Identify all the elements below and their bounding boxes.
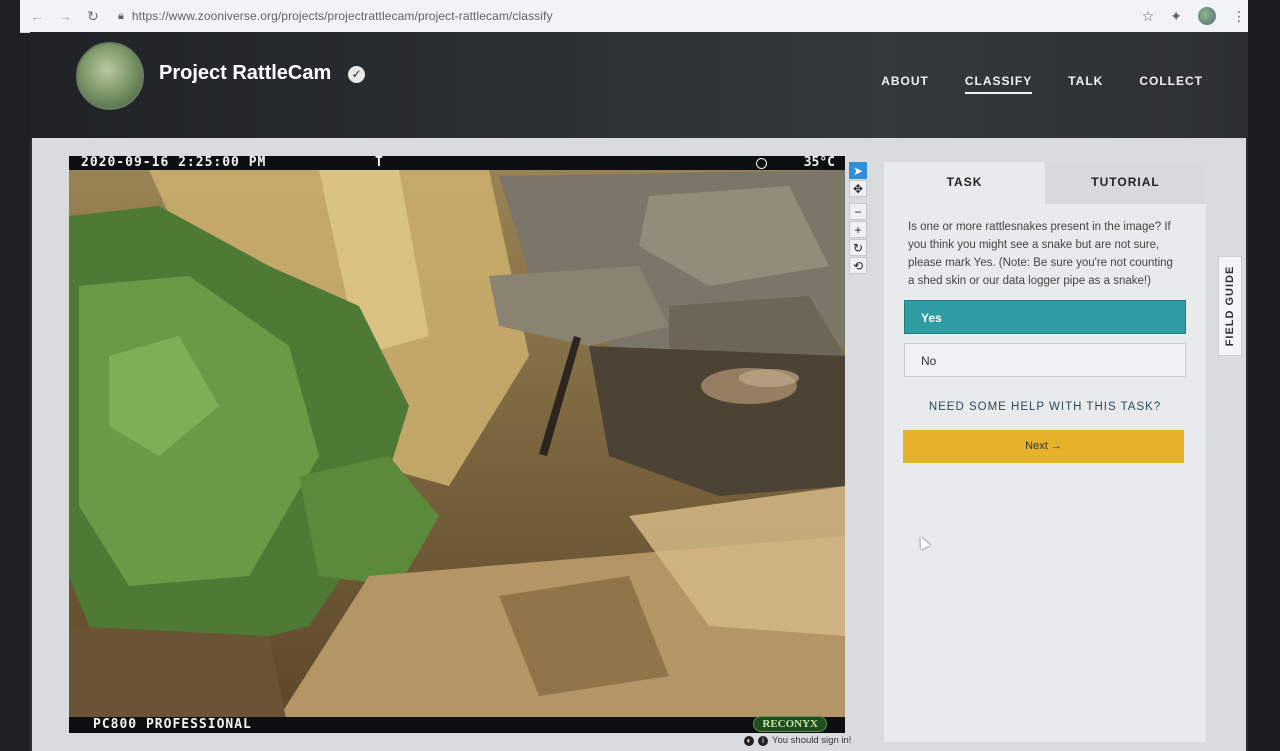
task-panel: TASK TUTORIAL Is one or more rattlesnake… [884, 162, 1206, 742]
classifier-area: 2020-09-16 2:25:00 PM T 35°C PC800 PROFE… [32, 138, 1246, 751]
info-icon[interactable]: i [758, 735, 768, 746]
camera-model: PC800 PROFESSIONAL [93, 717, 252, 732]
move-tool-icon[interactable]: ✥ [849, 180, 867, 197]
camera-trap-photo [69, 156, 845, 733]
forward-arrow-icon[interactable]: → [54, 8, 76, 24]
task-tabs: TASK TUTORIAL [884, 162, 1206, 204]
menu-icon[interactable]: ⋮ [1232, 8, 1246, 25]
camera-temperature: 35°C [803, 156, 835, 170]
reset-icon[interactable]: ⟲ [849, 257, 867, 274]
task-help-link[interactable]: NEED SOME HELP WITH THIS TASK? [884, 401, 1206, 413]
answer-no-button[interactable]: No [904, 343, 1186, 377]
signin-notice[interactable]: ◐ i You should sign in! [744, 735, 851, 746]
answer-yes-button[interactable]: Yes [904, 300, 1186, 334]
camera-brand-logo: RECONYX [753, 716, 827, 732]
camera-info-strip: 2020-09-16 2:25:00 PM T 35°C [69, 156, 845, 170]
verified-icon: ✓ [348, 66, 365, 83]
field-guide-label: FIELD GUIDE [1224, 265, 1236, 347]
reload-icon[interactable]: ↻ [82, 8, 104, 25]
extensions-icon[interactable]: ✦ [1170, 8, 1182, 25]
subject-image[interactable]: 2020-09-16 2:25:00 PM T 35°C PC800 PROFE… [69, 156, 845, 733]
project-avatar[interactable] [76, 42, 144, 110]
pointer-tool-icon[interactable]: ➤ [849, 162, 867, 179]
nav-collect[interactable]: COLLECT [1139, 74, 1203, 94]
nav-classify[interactable]: CLASSIFY [964, 74, 1033, 94]
camera-model-strip: PC800 PROFESSIONAL RECONYX [69, 716, 845, 733]
address-bar[interactable]: https://www.zooniverse.org/projects/proj… [132, 9, 553, 23]
nav-about[interactable]: ABOUT [881, 74, 929, 94]
tab-tutorial[interactable]: TUTORIAL [1045, 162, 1206, 204]
project-title[interactable]: Project RattleCam [159, 62, 331, 85]
back-arrow-icon[interactable]: ← [26, 8, 48, 24]
signin-text[interactable]: You should sign in! [772, 735, 851, 746]
zoom-out-icon[interactable]: − [849, 203, 867, 220]
next-button[interactable]: Next → [903, 430, 1184, 463]
camera-marker: T [375, 156, 383, 170]
camera-timestamp: 2020-09-16 2:25:00 PM [81, 156, 267, 170]
tab-task[interactable]: TASK [884, 162, 1045, 204]
moon-phase-icon [756, 158, 767, 169]
field-guide-tab[interactable]: FIELD GUIDE [1218, 256, 1242, 356]
lock-icon[interactable]: 🔒︎ [118, 10, 124, 23]
task-question: Is one or more rattlesnakes present in t… [908, 221, 1173, 287]
zoom-in-icon[interactable]: + [849, 221, 867, 238]
contrast-icon[interactable]: ◐ [744, 735, 754, 746]
star-icon[interactable]: ☆ [1142, 8, 1155, 25]
site-header: Project RattleCam ✓ ABOUT CLASSIFY TALK … [30, 32, 1248, 138]
profile-avatar[interactable] [1198, 7, 1216, 25]
rotate-icon[interactable]: ↻ [849, 239, 867, 256]
browser-toolbar: ← → ↻ 🔒︎ https://www.zooniverse.org/proj… [20, 0, 1260, 33]
project-nav: ABOUT CLASSIFY TALK COLLECT [881, 74, 1203, 94]
image-toolbar: ➤ ✥ − + ↻ ⟲ [849, 162, 867, 274]
monitor-bezel-left [0, 0, 30, 751]
monitor-bezel-right [1248, 0, 1280, 751]
nav-talk[interactable]: TALK [1068, 74, 1103, 94]
